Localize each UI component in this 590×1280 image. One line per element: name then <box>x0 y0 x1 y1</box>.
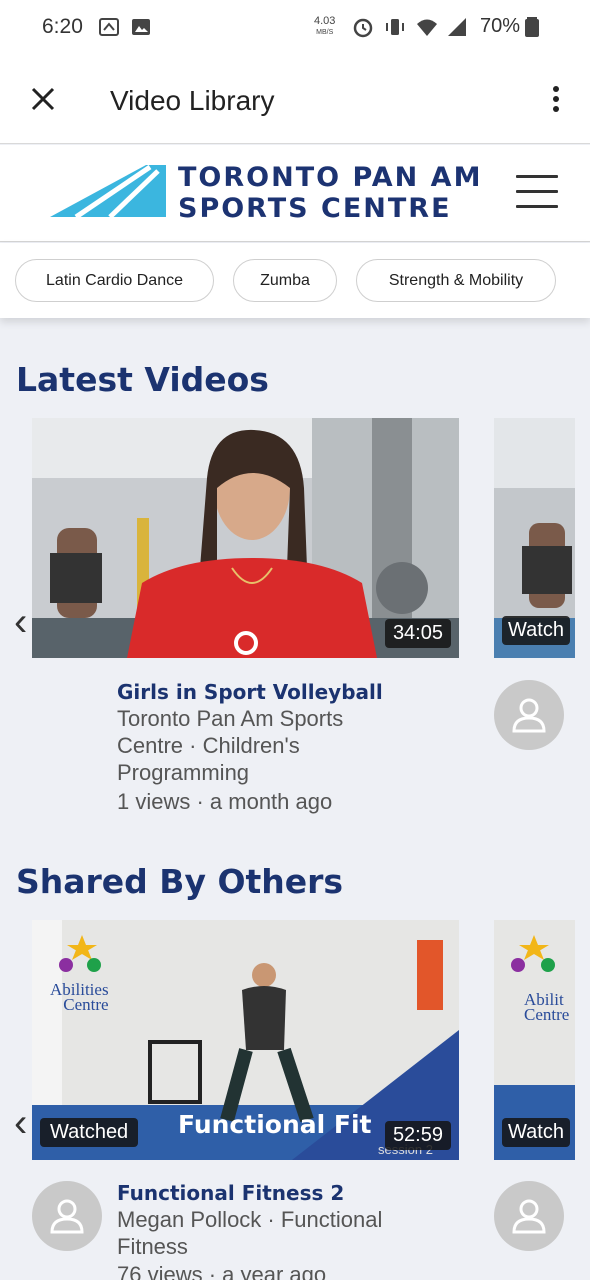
brand-name: TORONTO PAN AM SPORTS CENTRE <box>178 162 482 224</box>
hamburger-menu-icon[interactable] <box>516 175 558 211</box>
vibrate-icon <box>386 19 404 35</box>
shared-video-thumbnail[interactable]: Abilities Centre Watched Functional Fit … <box>32 920 459 1160</box>
video-duration: 34:05 <box>384 619 451 648</box>
video-overlay-title: Functional Fit <box>178 1110 372 1139</box>
shared-next-thumbnail[interactable]: Abilit Centre Watch <box>494 920 575 1160</box>
avatar[interactable] <box>494 680 564 750</box>
carousel-prev-icon[interactable]: ‹ <box>14 600 27 645</box>
status-bar: 6:20 4.03 MB/S 70% <box>0 0 590 56</box>
user-icon <box>50 1199 84 1234</box>
status-time: 6:20 <box>42 15 83 38</box>
shared-by-others-heading: Shared By Others <box>16 862 344 901</box>
brand-logo-icon[interactable] <box>50 165 168 221</box>
screen-cast-icon <box>99 18 119 36</box>
app-bar: Video Library <box>0 56 590 144</box>
battery-percent: 70% <box>480 15 521 37</box>
more-options-icon[interactable] <box>546 84 566 114</box>
brand-line-1: TORONTO PAN AM <box>178 162 483 193</box>
abilities-centre-logo: Abilit Centre <box>524 990 570 1024</box>
latest-video-channel: Toronto Pan Am Sports Centre · Children'… <box>117 706 344 785</box>
latest-video-stats: 1 views · a month ago <box>117 789 333 814</box>
close-icon[interactable] <box>28 84 58 114</box>
latest-next-thumbnail[interactable]: Watch <box>494 418 575 658</box>
latest-video-thumbnail[interactable]: 34:05 <box>32 418 459 658</box>
chip-strength-mobility[interactable]: Strength & Mobility <box>356 259 556 302</box>
shared-video-title[interactable]: Functional Fitness 2 <box>117 1181 344 1205</box>
shared-video-stats: 76 views · a year ago <box>117 1262 327 1280</box>
video-duration: 52:59 <box>384 1121 451 1150</box>
chip-zumba[interactable]: Zumba <box>233 259 337 302</box>
avatar[interactable] <box>494 1181 564 1251</box>
page-title: Video Library <box>110 85 275 116</box>
user-icon <box>512 1199 546 1234</box>
watched-badge: Watched <box>40 1118 139 1147</box>
abilities-centre-logo: Abilities Centre <box>50 980 109 1014</box>
cell-signal-icon <box>448 18 466 36</box>
chip-latin-cardio-dance[interactable]: Latin Cardio Dance <box>15 259 214 302</box>
alarm-icon <box>353 18 373 38</box>
avatar[interactable] <box>32 1181 102 1251</box>
brand-line-2: SPORTS CENTRE <box>178 193 452 224</box>
user-icon <box>512 698 546 733</box>
carousel-prev-icon[interactable]: ‹ <box>14 1101 27 1146</box>
network-speed: 4.03 MB/S <box>314 15 336 37</box>
peek-watch-label: Watch <box>502 616 570 645</box>
wifi-icon <box>417 19 437 36</box>
latest-video-title[interactable]: Girls in Sport Volleyball <box>117 680 383 704</box>
battery-icon <box>525 17 539 37</box>
category-chips: Latin Cardio Dance Zumba Strength & Mobi… <box>0 243 590 318</box>
peek-watch-label: Watch <box>502 1118 570 1147</box>
image-icon <box>132 19 150 35</box>
shared-video-channel: Megan Pollock · Functional Fitness <box>117 1207 383 1259</box>
latest-videos-heading: Latest Videos <box>16 360 269 399</box>
brand-header: TORONTO PAN AM SPORTS CENTRE <box>0 145 590 242</box>
